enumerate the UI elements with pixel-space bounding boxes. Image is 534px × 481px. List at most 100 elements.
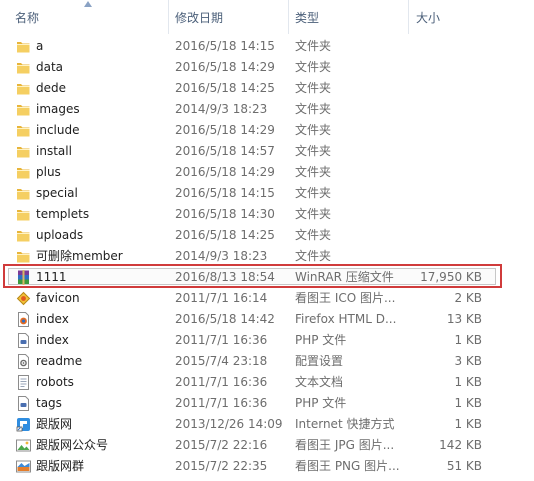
file-name: 1111: [36, 270, 67, 284]
file-type: 文件夹: [295, 39, 332, 53]
file-list: a 2016/5/18 14:15 文件夹 data 2016/5/18 14:29 文件…: [0, 36, 534, 477]
folder-icon: [15, 59, 32, 76]
file-row[interactable]: uploads 2016/5/18 14:25 文件夹: [0, 225, 534, 246]
column-divider[interactable]: [168, 0, 169, 34]
file-modified: 2016/5/18 14:25: [175, 81, 275, 95]
file-modified: 2016/5/18 14:15: [175, 186, 275, 200]
file-type: 配置设置: [295, 354, 344, 368]
file-row[interactable]: robots 2011/7/1 16:36 文本文档 1 KB: [0, 372, 534, 393]
folder-icon: [15, 38, 32, 55]
folder-icon: [15, 206, 32, 223]
file-modified: 2013/12/26 14:09: [175, 417, 283, 431]
folder-icon: [15, 227, 32, 244]
file-row[interactable]: index 2011/7/1 16:36 PHP 文件 1 KB: [0, 330, 534, 351]
file-type: 看图王 JPG 图片...: [295, 438, 395, 452]
file-modified: 2015/7/4 23:18: [175, 354, 268, 368]
file-type: 文件夹: [295, 186, 332, 200]
file-row[interactable]: 跟版网公众号 2015/7/2 22:16 看图王 JPG 图片... 142 KB: [0, 435, 534, 456]
file-name: data: [36, 60, 64, 74]
file-modified: 2016/5/18 14:29: [175, 165, 275, 179]
file-type: Firefox HTML D...: [295, 312, 397, 326]
column-header-name[interactable]: 名称: [15, 9, 39, 27]
file-row[interactable]: 跟版网群 2015/7/2 22:35 看图王 PNG 图片... 51 KB: [0, 456, 534, 477]
column-divider[interactable]: [288, 0, 289, 34]
file-type: 文件夹: [295, 123, 332, 137]
file-row[interactable]: 跟版网 2013/12/26 14:09 Internet 快捷方式 1 KB: [0, 414, 534, 435]
folder-icon: [15, 185, 32, 202]
file-name: favicon: [36, 291, 80, 305]
file-name: images: [36, 102, 80, 116]
file-name: templets: [36, 207, 90, 221]
file-type: 文件夹: [295, 165, 332, 179]
png-image-icon: [15, 458, 32, 475]
file-modified: 2011/7/1 16:36: [175, 396, 268, 410]
file-name: 跟版网: [36, 417, 73, 431]
file-type: 文件夹: [295, 102, 332, 116]
file-size: 13 KB: [446, 312, 482, 326]
file-size: 3 KB: [454, 354, 482, 368]
column-divider[interactable]: [408, 0, 409, 34]
file-type: WinRAR 压缩文件: [295, 270, 394, 284]
file-size: 142 KB: [439, 438, 482, 452]
file-row[interactable]: index 2016/5/18 14:42 Firefox HTML D... 13 …: [0, 309, 534, 330]
file-name: 跟版网群: [36, 459, 85, 473]
file-type: 文件夹: [295, 60, 332, 74]
file-type: 文件夹: [295, 81, 332, 95]
php-file-icon: [15, 395, 32, 412]
file-name: a: [36, 39, 44, 53]
file-modified: 2016/5/18 14:15: [175, 39, 275, 53]
file-modified: 2011/7/1 16:14: [175, 291, 268, 305]
settings-file-icon: [15, 353, 32, 370]
folder-icon: [15, 164, 32, 181]
file-row[interactable]: favicon 2011/7/1 16:14 看图王 ICO 图片... 2 KB: [0, 288, 534, 309]
file-modified: 2014/9/3 18:23: [175, 249, 268, 263]
file-name: readme: [36, 354, 83, 368]
file-name: 可删除member: [36, 249, 123, 263]
folder-icon: [15, 101, 32, 118]
file-size: 1 KB: [454, 396, 482, 410]
column-header-modified[interactable]: 修改日期: [175, 9, 223, 27]
file-row[interactable]: dede 2016/5/18 14:25 文件夹: [0, 78, 534, 99]
column-header-size[interactable]: 大小: [416, 9, 440, 27]
file-size: 2 KB: [454, 291, 482, 305]
file-row[interactable]: readme 2015/7/4 23:18 配置设置 3 KB: [0, 351, 534, 372]
file-modified: 2016/5/18 14:29: [175, 123, 275, 137]
folder-icon: [15, 122, 32, 139]
file-row[interactable]: install 2016/5/18 14:57 文件夹: [0, 141, 534, 162]
file-modified: 2016/5/18 14:30: [175, 207, 275, 221]
file-row[interactable]: include 2016/5/18 14:29 文件夹: [0, 120, 534, 141]
internet-shortcut-icon: [15, 416, 32, 433]
file-type: 文件夹: [295, 249, 332, 263]
file-type: 文件夹: [295, 144, 332, 158]
file-row[interactable]: plus 2016/5/18 14:29 文件夹: [0, 162, 534, 183]
column-header-type[interactable]: 类型: [295, 9, 319, 27]
file-modified: 2011/7/1 16:36: [175, 375, 268, 389]
file-name: dede: [36, 81, 66, 95]
sort-ascending-icon: [84, 1, 92, 7]
text-document-icon: [15, 374, 32, 391]
file-row[interactable]: a 2016/5/18 14:15 文件夹: [0, 36, 534, 57]
file-row[interactable]: templets 2016/5/18 14:30 文件夹: [0, 204, 534, 225]
folder-icon: [15, 248, 32, 265]
file-type: 看图王 PNG 图片...: [295, 459, 400, 473]
file-row[interactable]: data 2016/5/18 14:29 文件夹: [0, 57, 534, 78]
file-size: 17,950 KB: [420, 270, 482, 284]
file-name: index: [36, 333, 69, 347]
file-name: install: [36, 144, 72, 158]
file-size: 1 KB: [454, 417, 482, 431]
file-modified: 2016/5/18 14:42: [175, 312, 275, 326]
file-name: 跟版网公众号: [36, 438, 109, 452]
file-size: 1 KB: [454, 375, 482, 389]
file-modified: 2011/7/1 16:36: [175, 333, 268, 347]
file-type: 文件夹: [295, 228, 332, 242]
file-row[interactable]: tags 2011/7/1 16:36 PHP 文件 1 KB: [0, 393, 534, 414]
file-type: 看图王 ICO 图片...: [295, 291, 396, 305]
file-name: plus: [36, 165, 61, 179]
file-name: special: [36, 186, 78, 200]
file-modified: 2015/7/2 22:16: [175, 438, 268, 452]
file-modified: 2016/5/18 14:57: [175, 144, 275, 158]
column-header-bar: 名称 修改日期 类型 大小: [0, 0, 534, 34]
file-row[interactable]: images 2014/9/3 18:23 文件夹: [0, 99, 534, 120]
file-row[interactable]: 1111 2016/8/13 18:54 WinRAR 压缩文件 17,950 KB: [0, 264, 534, 288]
file-row[interactable]: special 2016/5/18 14:15 文件夹: [0, 183, 534, 204]
